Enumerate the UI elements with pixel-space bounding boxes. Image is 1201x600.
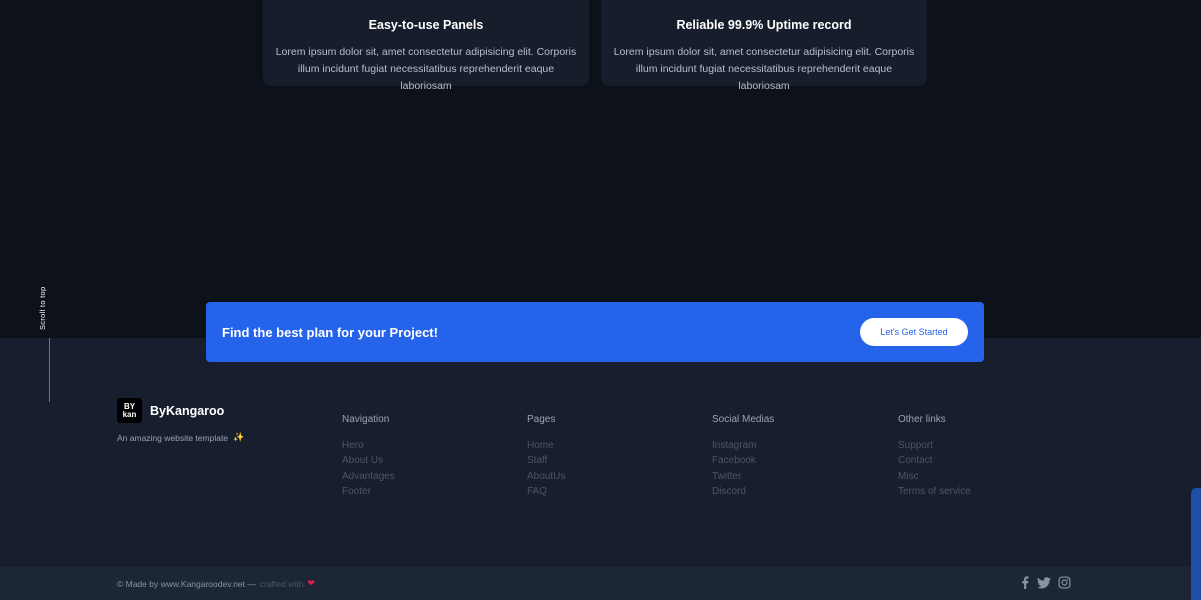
footer-column-heading: Navigation [342,414,390,425]
footer-column-heading: Pages [527,414,556,425]
footer-link[interactable]: Facebook [712,453,774,468]
sparkle-icon: ✨ [233,432,245,442]
feature-card-text: Lorem ipsum dolor sit, amet consectetur … [275,46,577,92]
footer [0,338,1201,567]
scroll-line [49,338,50,402]
scroll-to-top-label: Scroll to top [38,286,47,330]
footer-link[interactable]: Contact [898,453,971,468]
logo-line-bottom: kan [122,409,137,419]
footer-link[interactable]: About Us [342,453,395,468]
footer-link[interactable]: Misc [898,469,971,484]
footer-column-heading: Other links [898,414,946,425]
footer-link[interactable]: Twitter [712,469,774,484]
get-started-button[interactable]: Let's Get Started [860,318,968,346]
footer-link[interactable]: Hero [342,438,395,453]
footer-link[interactable]: Instagram [712,438,774,453]
footer-link[interactable]: Terms of service [898,484,971,499]
feature-card: Reliable 99.9% Uptime record Lorem ipsum… [601,0,927,92]
feature-card-title: Easy-to-use Panels [368,18,484,32]
copyright-text: © Made by www.Kangaroodev.net — [117,578,256,589]
footer-column-other-links: Other links Support Contact Misc Terms o… [898,414,971,499]
footer-column-pages: Pages Home Staff AboutUs FAQ [527,414,565,499]
footer-link[interactable]: AboutUs [527,469,565,484]
social-icons [1020,576,1071,589]
footer-column-navigation: Navigation Hero About Us Advantages Foot… [342,414,395,499]
twitter-icon[interactable] [1037,576,1051,589]
footer-brand: BY kan ByKangaroo An amazing website tem… [117,398,244,443]
footer-link[interactable]: Support [898,438,971,453]
facebook-icon[interactable] [1020,576,1030,589]
footer-link[interactable]: Staff [527,453,565,468]
footer-column-heading: Social Medias [712,414,775,425]
brand-tagline: An amazing website template [117,432,229,443]
feature-card-text: Lorem ipsum dolor sit, amet consectetur … [613,46,915,92]
footer-link[interactable]: Footer [342,484,395,499]
crafted-text: crafted with [259,578,304,589]
feature-card-title: Reliable 99.9% Uptime record [676,18,852,32]
brand-logo[interactable]: BY kan [117,398,142,423]
heart-icon: ❤ [307,578,315,588]
feature-card: Easy-to-use Panels Lorem ipsum dolor sit… [263,0,589,92]
footer-link[interactable]: Advantages [342,469,395,484]
footer-column-social-medias: Social Medias Instagram Facebook Twitter… [712,414,774,499]
copyright: © Made by www.Kangaroodev.net — crafted … [117,578,315,589]
footer-link[interactable]: Home [527,438,565,453]
footer-link[interactable]: Discord [712,484,774,499]
scrollbar-thumb[interactable] [1191,488,1201,600]
brand-name: ByKangaroo [150,403,225,418]
scroll-to-top-button[interactable]: Scroll to top [36,280,62,405]
features-section: Easy-to-use Panels Lorem ipsum dolor sit… [0,0,1201,338]
cta-title: Find the best plan for your Project! [222,324,438,340]
instagram-icon[interactable] [1058,576,1071,589]
footer-link[interactable]: FAQ [527,484,565,499]
cta-banner: Find the best plan for your Project! Let… [206,302,984,362]
